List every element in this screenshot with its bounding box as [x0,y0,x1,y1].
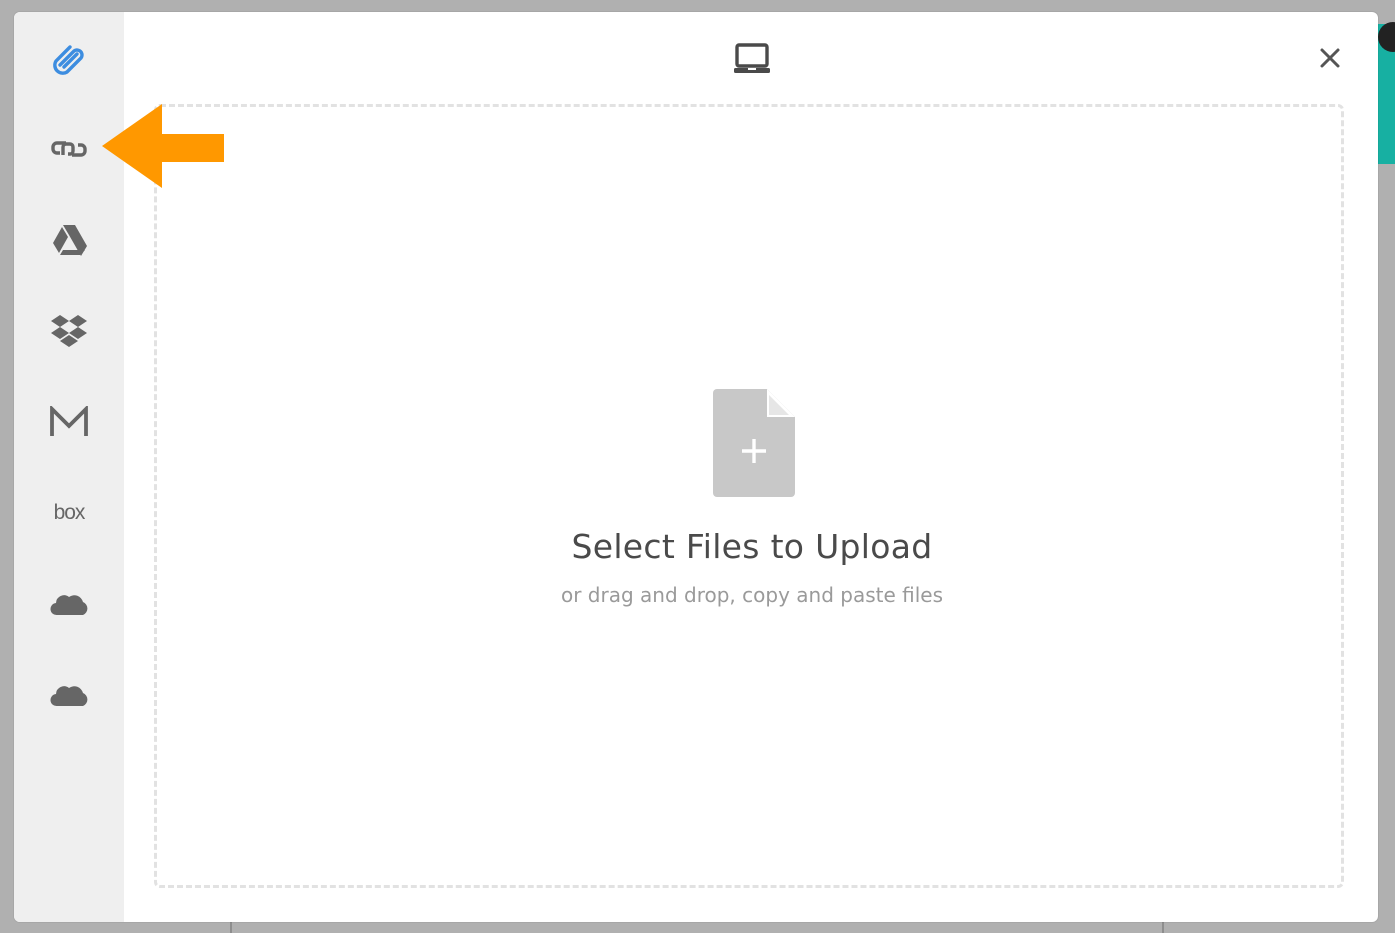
sidebar-item-gmail[interactable] [14,392,124,452]
file-plus-icon[interactable] [713,389,795,497]
header-source-indicator [732,42,772,76]
cloud-icon [50,686,88,707]
dropzone-subtitle: or drag and drop, copy and paste files [560,583,943,607]
file-dropzone[interactable]: Select Files to Upload or drag and drop,… [154,104,1344,888]
sidebar-item-google-drive[interactable] [14,210,124,270]
google-drive-icon [53,225,87,256]
paperclip-icon [53,45,84,75]
sidebar-item-box[interactable]: box [14,483,124,543]
upload-panel: Select Files to Upload or drag and drop,… [124,12,1378,922]
sidebar-item-attachment[interactable] [14,28,124,88]
close-icon [1320,48,1340,68]
orange-arrow-icon [102,104,224,188]
laptop-icon [734,43,770,73]
dropbox-icon [51,315,87,347]
sidebar-item-onedrive-business[interactable] [14,665,124,725]
sidebar-item-dropbox[interactable] [14,301,124,361]
gmail-icon [50,406,88,436]
dropzone-title[interactable]: Select Files to Upload [157,527,1347,566]
cloud-icon [50,595,88,616]
sidebar-item-onedrive[interactable] [14,574,124,634]
background-divider [1162,922,1164,933]
link-icon [51,141,87,157]
background-divider [230,922,232,933]
close-button[interactable] [1314,42,1346,74]
box-logo: box [53,501,86,524]
